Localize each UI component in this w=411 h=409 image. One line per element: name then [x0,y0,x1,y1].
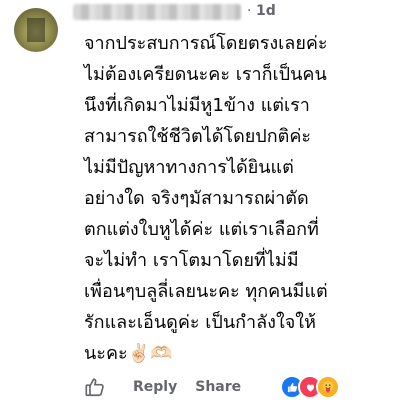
commenter-name-redacted[interactable] [73,4,241,20]
thumbs-up-outline-icon[interactable] [84,376,106,398]
avatar[interactable] [14,8,58,52]
comment-line: เพื่อนๆบลูลี่เลยนะคะ ทุกคนมีแต่ [84,281,328,302]
meta-separator: · [247,3,252,19]
comment-line: ไม่ต้องเครียดนะคะ เราก็เป็นคน [84,64,327,85]
comment-line: จากประสบการณ์โดยตรงเลยค่ะ [84,33,328,54]
comment-line: รักและเอ็นดูค่ะ เป็นกำลังใจให้ [84,312,316,333]
reaction-summary[interactable] [280,375,340,399]
comment-line: อย่างใด จริงๆมัสามารถผ่าตัด [84,188,309,209]
comment-text: จากประสบการณ์โดยตรงเลยค่ะ ไม่ต้องเครียดน… [84,28,409,369]
comment-line: นะคะ✌🏻🫶🏻 [84,343,173,364]
reply-button[interactable]: Reply [133,379,177,395]
comment-line: ตกแต่งใบหูได้ค่ะ แต่เราเลือกที่ [84,219,319,240]
comment-line: นึงที่เกิดมาไม่มีหู1ข้าง แต่เรา [84,95,310,116]
care-reaction-icon [316,375,340,399]
comment-line: ไม่มีปัญหาทางการได้ยินแต่ [84,157,294,178]
comment-line: สามารถใช้ชีวิตได้โดยปกติค่ะ [84,126,312,147]
timestamp[interactable]: 1d [256,3,276,19]
comment-line: จะไม่ทำ เราโตมาโดยที่ไม่มี [84,250,299,271]
share-button[interactable]: Share [195,379,241,395]
comment-actions: Reply Share [84,374,241,400]
